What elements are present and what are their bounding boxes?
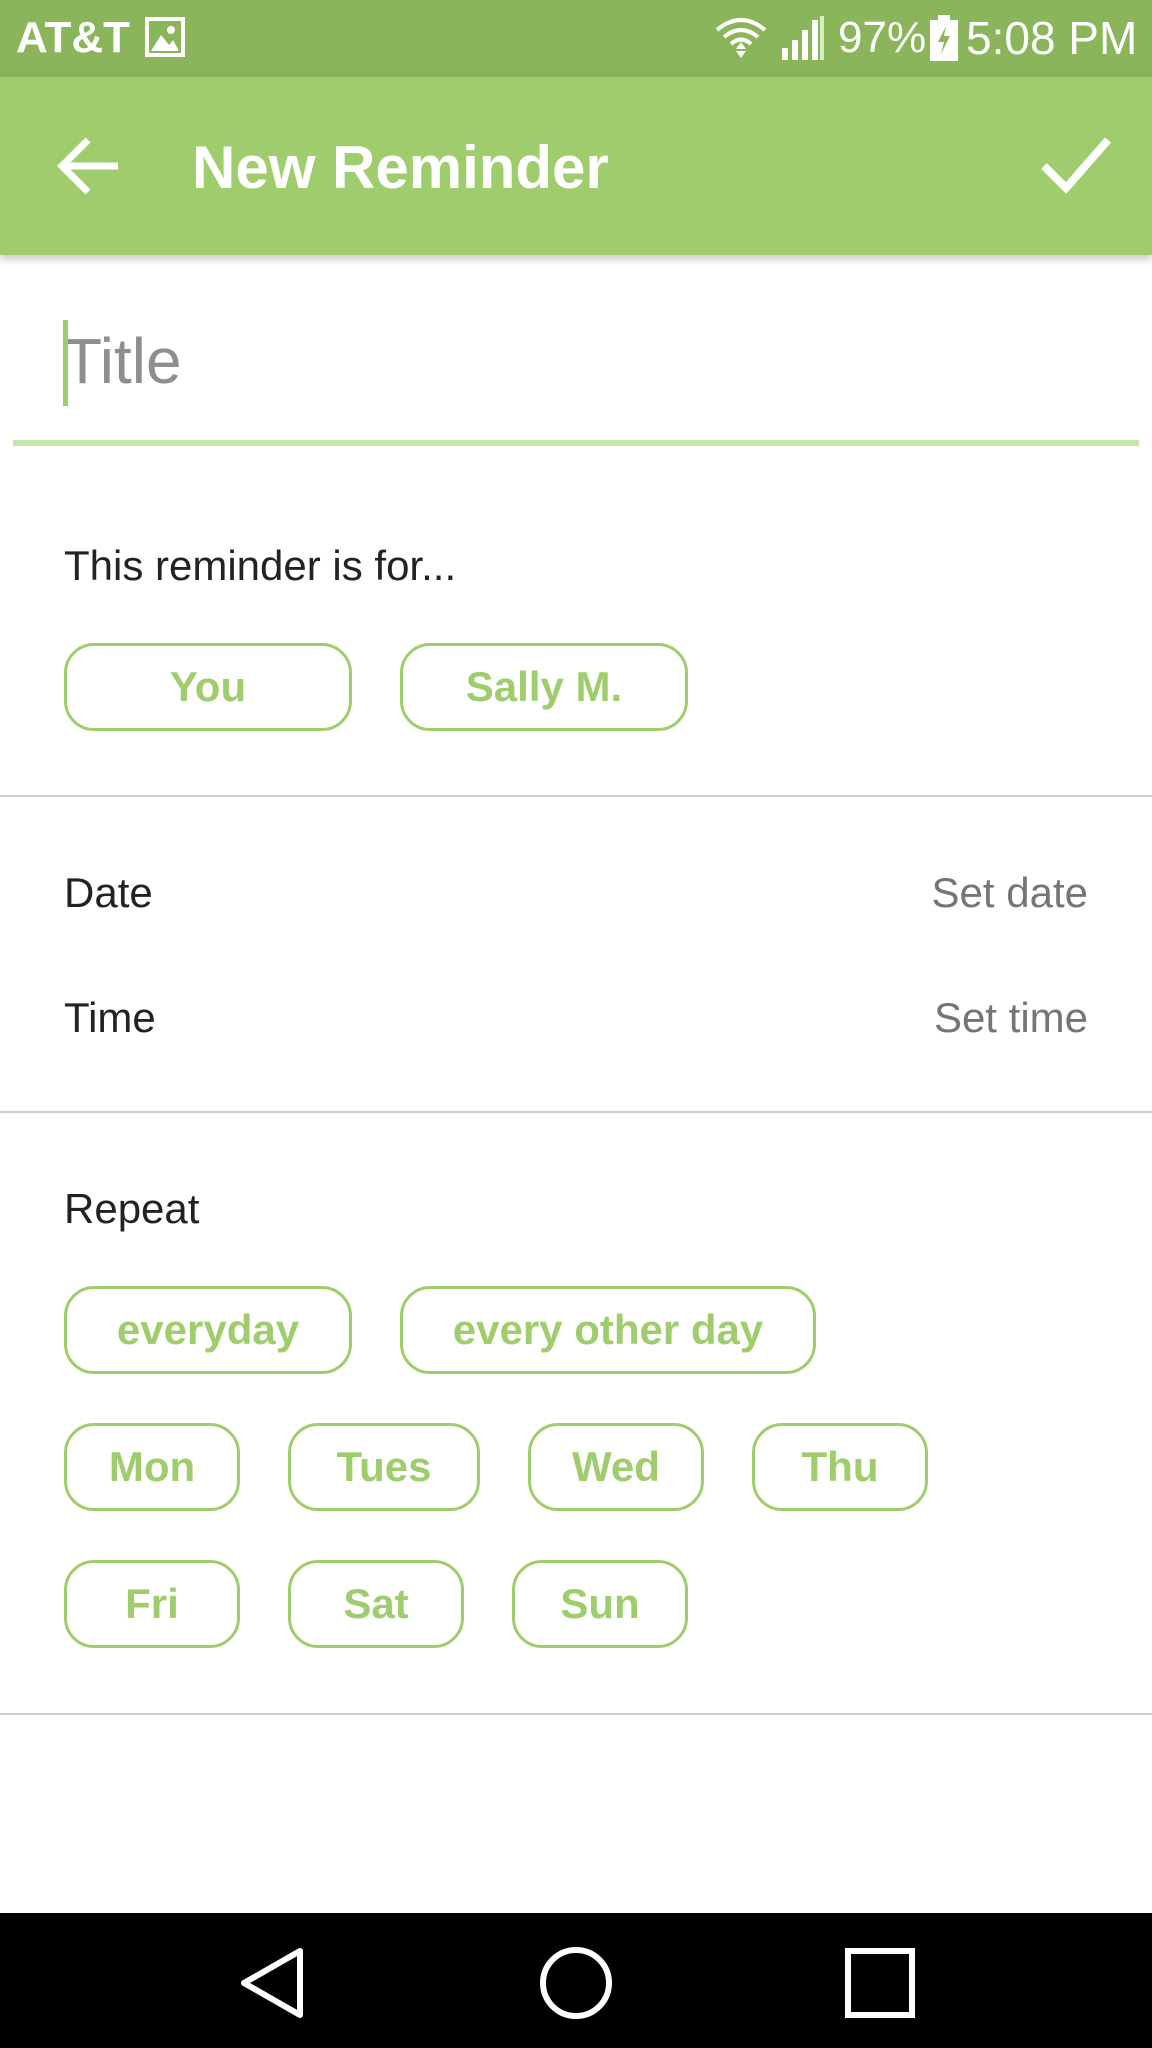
divider <box>0 1111 1152 1113</box>
divider <box>0 795 1152 797</box>
app-bar: New Reminder <box>0 77 1152 255</box>
repeat-chip-everyday[interactable]: everyday <box>64 1286 352 1374</box>
gallery-icon <box>145 17 185 57</box>
day-chip-sat[interactable]: Sat <box>288 1560 464 1648</box>
arrow-back-icon[interactable] <box>54 134 128 198</box>
recents-square-icon[interactable] <box>840 1943 920 2023</box>
check-icon[interactable] <box>1040 132 1112 198</box>
day-chip-mon[interactable]: Mon <box>64 1423 240 1511</box>
text-caret <box>63 320 68 406</box>
carrier-label: AT&T <box>16 13 131 62</box>
repeat-label: Repeat <box>64 1185 200 1232</box>
back-triangle-icon[interactable] <box>234 1943 314 2023</box>
day-chip-fri[interactable]: Fri <box>64 1560 240 1648</box>
battery-charging-icon <box>930 15 958 61</box>
day-chip-thu[interactable]: Thu <box>752 1423 928 1511</box>
set-date-button[interactable]: Set date <box>932 868 1088 918</box>
clock: 5:08 PM <box>966 12 1138 64</box>
battery-percent: 97% <box>838 13 927 62</box>
date-label: Date <box>64 869 153 916</box>
title-input[interactable] <box>63 316 1063 406</box>
day-chip-sun[interactable]: Sun <box>512 1560 688 1648</box>
signal-icon <box>782 16 824 60</box>
recipient-chip-you[interactable]: You <box>64 643 352 731</box>
day-chip-tues[interactable]: Tues <box>288 1423 480 1511</box>
time-label: Time <box>64 994 156 1041</box>
recipient-label: This reminder is for... <box>64 542 457 589</box>
page-title: New Reminder <box>192 134 609 201</box>
set-time-button[interactable]: Set time <box>934 993 1088 1043</box>
title-field <box>13 316 1139 448</box>
repeat-chip-every-other-day[interactable]: every other day <box>400 1286 816 1374</box>
recipient-chip-sally[interactable]: Sally M. <box>400 643 688 731</box>
home-circle-icon[interactable] <box>536 1943 616 2023</box>
wifi-icon <box>715 18 767 58</box>
day-chip-wed[interactable]: Wed <box>528 1423 704 1511</box>
title-underline <box>13 440 1139 446</box>
system-nav-bar <box>0 1913 1152 2048</box>
status-bar: AT&T 97% 5:08 PM <box>0 0 1152 77</box>
divider <box>0 1713 1152 1715</box>
